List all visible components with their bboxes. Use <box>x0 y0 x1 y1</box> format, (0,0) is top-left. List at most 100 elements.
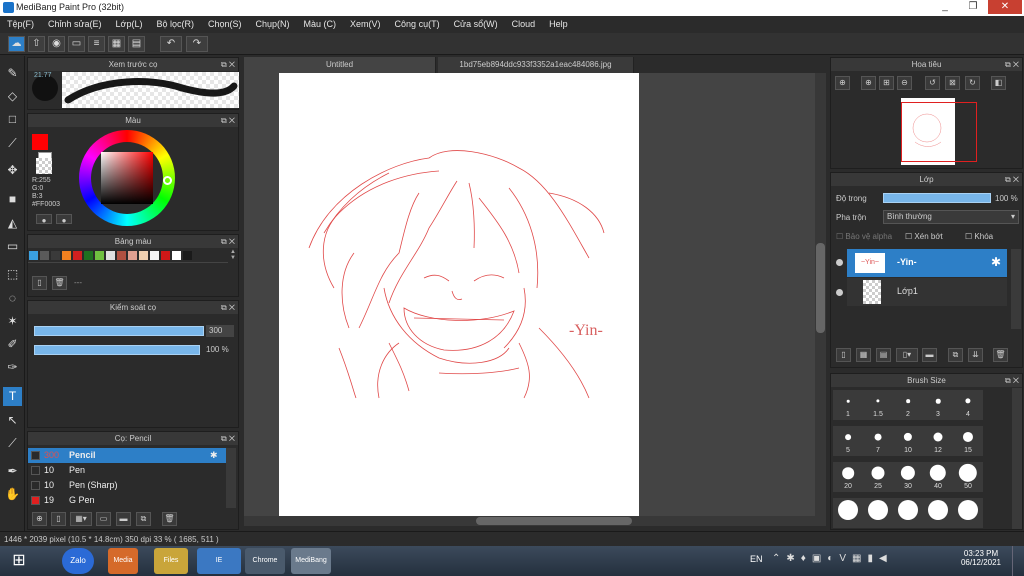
panel-close-icon[interactable]: ⧉ ✕ <box>221 432 235 445</box>
dot-tool-icon[interactable]: ⟋ <box>3 134 22 153</box>
palette-scroll-icon[interactable]: ▲ ▼ <box>230 249 236 261</box>
menu-layer[interactable]: Lớp(L) <box>109 16 150 33</box>
shape-tool-icon[interactable]: □ <box>3 110 22 129</box>
magic-wand-tool-icon[interactable]: ✶ <box>3 312 22 331</box>
panel-close-icon[interactable]: ⧉ ✕ <box>1005 58 1019 71</box>
taskbar-app-medibang[interactable]: MediBang <box>291 548 331 574</box>
palette-swatch[interactable] <box>84 251 93 260</box>
cloud-icon[interactable]: ☁ <box>8 36 25 52</box>
palette-swatch[interactable] <box>62 251 71 260</box>
palette-swatch[interactable] <box>150 251 159 260</box>
fit-icon[interactable]: ⊞ <box>879 76 894 90</box>
brush-size-cell[interactable]: 10 <box>893 426 923 456</box>
menu-color[interactable]: Màu (C) <box>297 16 344 33</box>
select-pen-tool-icon[interactable]: ✐ <box>3 335 22 354</box>
clipping-checkbox[interactable]: Xén bớt <box>914 232 942 241</box>
brush-size-cell[interactable]: 25 <box>863 462 893 492</box>
close-button[interactable]: ✕ <box>988 0 1022 14</box>
eyedropper-tool-icon[interactable]: ⟋ <box>3 434 22 453</box>
layer-row-yin[interactable]: ~Yin~ -Yin- ✱ <box>847 249 1007 277</box>
taskbar-app-zalo[interactable]: Zalo <box>62 548 94 574</box>
vertical-scrollbar[interactable] <box>815 73 826 516</box>
brush-page-icon[interactable]: ▭ <box>96 512 111 526</box>
move-tool-icon[interactable]: ✥ <box>3 161 22 180</box>
gradient-tool-icon[interactable]: ▭ <box>3 237 22 256</box>
taskbar-app-files[interactable]: Files <box>154 548 188 574</box>
color-option-button[interactable]: ● <box>36 214 52 225</box>
menu-window[interactable]: Cửa sổ(W) <box>447 16 505 33</box>
hue-cursor[interactable] <box>163 176 172 185</box>
delete-brush-icon[interactable]: 🗑 <box>162 512 177 526</box>
palette-swatch[interactable] <box>128 251 137 260</box>
taskbar-app-media[interactable]: Media <box>108 548 138 574</box>
zoom-in-icon[interactable]: ⊕ <box>835 76 850 90</box>
palette-swatch[interactable] <box>40 251 49 260</box>
redo-icon[interactable]: ↷ <box>186 36 208 52</box>
share-icon[interactable]: ⇧ <box>28 36 45 52</box>
brush-size-cell[interactable]: 40 <box>923 462 953 492</box>
brush-size-cell[interactable]: 1.5 <box>863 390 893 420</box>
color-add-button[interactable]: ● <box>56 214 72 225</box>
eraser-tool-icon[interactable]: ◇ <box>3 87 22 106</box>
merge-layer-icon[interactable]: ⇊ <box>968 348 983 362</box>
brush-opacity-slider[interactable] <box>34 345 200 355</box>
rotate-right-icon[interactable]: ↻ <box>965 76 980 90</box>
brush-size-cell[interactable]: 50 <box>953 462 983 492</box>
lock-checkbox[interactable]: Khóa <box>974 232 993 241</box>
menu-select[interactable]: Chọn(S) <box>201 16 249 33</box>
taskbar-app-chrome[interactable]: Chrome <box>245 548 285 574</box>
panel-close-icon[interactable]: ⧉ ✕ <box>221 114 235 127</box>
brush-size-slider[interactable] <box>34 326 204 336</box>
brush-copy-icon[interactable]: ⧉ <box>136 512 151 526</box>
palette-swatch[interactable] <box>172 251 181 260</box>
lasso-tool-icon[interactable]: ◌ <box>3 289 22 308</box>
zoom-in-alt-icon[interactable]: ⊕ <box>861 76 876 90</box>
palette-swatch[interactable] <box>139 251 148 260</box>
brush-size-cell[interactable] <box>953 498 983 528</box>
menu-edit[interactable]: Chỉnh sửa(E) <box>41 16 109 33</box>
brush-item-g-pen[interactable]: 19 G Pen <box>28 493 226 508</box>
brush-size-cell[interactable]: 12 <box>923 426 953 456</box>
brush-settings-icon[interactable]: ✱ <box>210 448 218 463</box>
palette-swatch[interactable] <box>106 251 115 260</box>
new-halftone-layer-icon[interactable]: ▦ <box>856 348 871 362</box>
fill-rect-tool-icon[interactable]: ■ <box>3 190 22 209</box>
text-tool-icon[interactable]: T <box>3 387 22 406</box>
palette-swatch[interactable] <box>29 251 38 260</box>
start-button[interactable]: ⊞ <box>4 548 34 574</box>
layout-icon[interactable]: ▤ <box>128 36 145 52</box>
brush-list-scrollbar[interactable] <box>226 448 236 508</box>
rotate-left-icon[interactable]: ↺ <box>925 76 940 90</box>
canvas-area[interactable]: -Yin- <box>244 73 826 526</box>
brush-menu-icon[interactable]: ▦▾ <box>70 512 92 526</box>
brush-size-cell[interactable]: 5 <box>833 426 863 456</box>
zoom-out-icon[interactable]: ⊖ <box>897 76 912 90</box>
taskbar-app-ie[interactable]: IE <box>197 548 241 574</box>
brush-tool-icon[interactable]: ✎ <box>3 64 22 83</box>
tab-untitled[interactable]: Untitled <box>244 57 436 73</box>
menu-filter[interactable]: Bộ lọc(R) <box>149 16 201 33</box>
new-8bit-layer-icon[interactable]: ▤ <box>876 348 891 362</box>
layer-row-layer1[interactable]: Lớp1 <box>847 278 1007 306</box>
select-rect-tool-icon[interactable]: ⬚ <box>3 265 22 284</box>
language-indicator[interactable]: EN <box>750 554 763 564</box>
grid-icon[interactable]: ▦ <box>108 36 125 52</box>
drawing-paper[interactable]: -Yin- <box>279 73 639 516</box>
menu-view[interactable]: Xem(V) <box>343 16 388 33</box>
brush-size-scrollbar[interactable] <box>1012 388 1022 529</box>
new-layer-icon[interactable]: ▯ <box>836 348 851 362</box>
brush-size-cell[interactable]: 15 <box>953 426 983 456</box>
horizontal-scrollbar[interactable] <box>244 516 826 526</box>
layer-opacity-slider[interactable] <box>883 193 991 203</box>
brush-size-cell[interactable] <box>863 498 893 528</box>
brush-size-cell[interactable]: 7 <box>863 426 893 456</box>
brush-size-cell[interactable]: 4 <box>953 390 983 420</box>
layer-add-menu-icon[interactable]: ▯▾ <box>896 348 918 362</box>
brush-size-value[interactable]: 300 <box>206 325 234 337</box>
brush-item-pen-sharp[interactable]: 10 Pen (Sharp) <box>28 478 226 493</box>
panel-close-icon[interactable]: ⧉ ✕ <box>221 58 235 71</box>
brush-folder-icon[interactable]: ▬ <box>116 512 131 526</box>
palette-swatch[interactable] <box>161 251 170 260</box>
brush-size-cell[interactable]: 3 <box>923 390 953 420</box>
layer-folder-icon[interactable]: ▬ <box>922 348 937 362</box>
